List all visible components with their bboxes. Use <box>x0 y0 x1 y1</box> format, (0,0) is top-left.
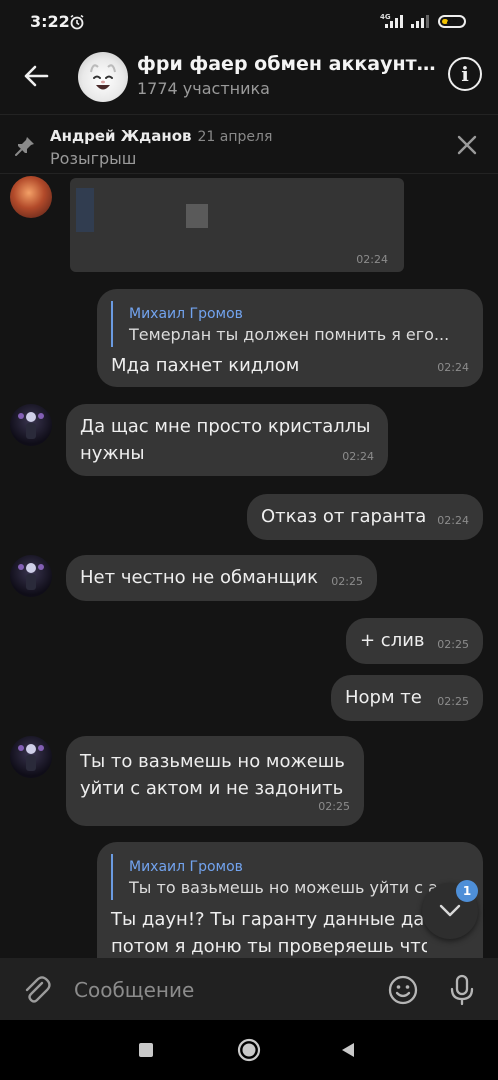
message-bubble[interactable]: Норм те 02:25 <box>331 675 483 721</box>
alarm-icon <box>70 14 84 30</box>
message-line: Да щас мне просто кристаллы <box>80 416 371 437</box>
message-body: Ты даун!? Ты гаранту данные дас потом я … <box>97 902 427 958</box>
message-time: 02:24 <box>356 253 388 266</box>
message-text: Норм те <box>345 687 422 708</box>
message-time: 02:24 <box>342 450 374 463</box>
pinned-author-name: Андрей Жданов <box>50 127 192 145</box>
message-line: нужны <box>80 443 145 464</box>
chevron-down-icon <box>439 904 461 917</box>
signal-icon <box>385 15 403 28</box>
message-line: уйти с актом и не задонить <box>80 778 344 799</box>
info-icon: i <box>461 62 469 86</box>
message-composer <box>0 958 498 1020</box>
battery-icon: 29 <box>438 15 466 28</box>
member-count: 1774 участника <box>137 79 270 98</box>
group-title[interactable]: фри фаер обмен аккаунтами... <box>137 53 437 75</box>
avatar[interactable] <box>10 736 52 778</box>
pinned-author: Андрей Жданов 21 апреля <box>50 127 272 145</box>
pin-icon <box>15 137 34 156</box>
arrow-left-icon <box>24 65 49 87</box>
reply-text: Темерлан ты должен помнить я его... <box>129 325 450 344</box>
group-avatar[interactable] <box>78 52 128 102</box>
pinned-date: 21 апреля <box>197 129 273 145</box>
message-bubble[interactable]: Да щас мне просто кристаллы нужны 02:24 <box>66 404 388 476</box>
emoji-icon[interactable] <box>388 975 418 1005</box>
message-time: 02:25 <box>437 695 469 708</box>
signal-icon-2 <box>411 15 429 28</box>
recent-apps-button[interactable] <box>139 1043 153 1057</box>
message-bubble[interactable]: Нет честно не обманщик 02:25 <box>66 555 377 601</box>
message-bubble[interactable]: Ты то вазьмешь но можешь уйти с актом и … <box>66 736 364 826</box>
blurred-patch <box>76 188 94 232</box>
message-time: 02:25 <box>331 575 363 588</box>
message-text: + слив <box>360 630 425 651</box>
reply-quote[interactable]: Михаил Громов Темерлан ты должен помнить… <box>111 301 469 347</box>
message-bubble[interactable]: Михаил Громов Темерлан ты должен помнить… <box>97 289 483 387</box>
close-icon[interactable] <box>454 132 480 158</box>
paperclip-icon[interactable] <box>20 974 52 1006</box>
system-navigation-bar <box>0 1020 498 1080</box>
reply-quote[interactable]: Михаил Громов Ты то вазьмешь но можешь у… <box>111 854 443 900</box>
avatar-figure <box>18 563 44 590</box>
message-time: 02:25 <box>318 800 350 813</box>
message-line: потом я доню ты проверяешь что <box>111 936 427 957</box>
message-line: Ты то вазьмешь но можешь <box>80 751 345 772</box>
home-button[interactable] <box>237 1038 261 1062</box>
microphone-icon[interactable] <box>448 974 476 1006</box>
status-bar: 3:22 4G 29 <box>0 0 498 44</box>
back-button[interactable] <box>18 58 54 94</box>
avatar[interactable] <box>10 404 52 446</box>
pinned-text: Розыгрыш <box>50 149 137 168</box>
message-text: Нет честно не обманщик <box>80 567 318 588</box>
message-bubble[interactable]: + слив 02:25 <box>346 618 483 664</box>
avatar-figure <box>18 412 44 439</box>
message-text: Мда пахнет кидлом <box>111 355 300 376</box>
reply-text: Ты то вазьмешь но можешь уйти с а <box>129 878 438 897</box>
message-time: 02:25 <box>437 638 469 651</box>
cat-image <box>90 64 116 90</box>
message-time: 02:24 <box>437 361 469 374</box>
chat-header: фри фаер обмен аккаунтами... 1774 участн… <box>0 44 498 110</box>
message-text: Отказ от гаранта <box>261 506 427 527</box>
message-time: 02:24 <box>437 514 469 527</box>
message-input[interactable] <box>72 972 376 1008</box>
blurred-patch <box>186 204 208 228</box>
avatar[interactable] <box>10 555 52 597</box>
avatar[interactable] <box>10 176 52 218</box>
unread-badge: 1 <box>456 880 478 902</box>
back-triangle-icon[interactable] <box>340 1042 356 1058</box>
status-time: 3:22 <box>30 12 70 31</box>
message-bubble[interactable]: Отказ от гаранта 02:24 <box>247 494 483 540</box>
battery-level: 29 <box>446 16 458 25</box>
pinned-message-bar[interactable]: Андрей Жданов 21 апреля Розыгрыш <box>0 114 498 174</box>
avatar-figure <box>18 744 44 771</box>
message-list[interactable]: 02:24 Михаил Громов Темерлан ты должен п… <box>0 174 498 958</box>
info-button[interactable]: i <box>448 57 482 91</box>
message-line: Ты даун!? Ты гаранту данные дас <box>111 909 427 930</box>
blurred-message[interactable]: 02:24 <box>70 178 404 272</box>
